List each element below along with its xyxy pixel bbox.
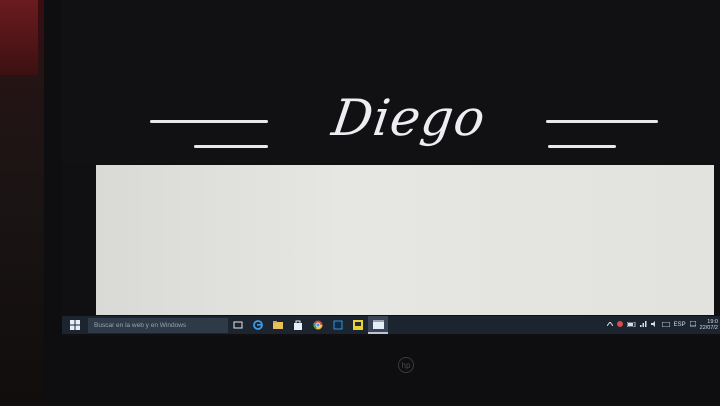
network-icon[interactable] [639,321,647,329]
edge-icon[interactable] [248,316,268,334]
header-banner: Diego rios [62,0,720,227]
system-tray: ESP 19:0 22/07/2 [606,319,720,331]
decorative-line [150,120,268,123]
search-input[interactable]: Buscar en la web y en Windows [88,317,228,333]
content-panel [96,165,714,315]
red-reflection [0,0,38,75]
media-icon[interactable] [368,316,388,334]
photo-reflection [0,0,44,406]
chevron-up-icon[interactable] [606,321,614,328]
screen: Diego rios Buscar en la web y en Windows [62,0,720,336]
volume-icon[interactable] [650,321,658,329]
clock[interactable]: 19:0 22/07/2 [700,319,718,331]
battery-icon[interactable] [626,321,636,329]
decorative-line [548,145,616,148]
keyboard-icon[interactable] [661,321,671,329]
taskbar: Buscar en la web y en Windows ESP 19:0 2… [62,316,720,334]
site-title: Diego rios [328,89,490,227]
file-explorer-icon[interactable] [268,316,288,334]
decorative-line [546,120,658,123]
clock-date: 22/07/2 [699,325,718,331]
task-view-icon[interactable] [228,316,248,334]
sticky-app-icon[interactable] [348,316,368,334]
chrome-icon[interactable] [308,316,328,334]
photoshop-icon[interactable] [328,316,348,334]
store-icon[interactable] [288,316,308,334]
hp-logo-icon: hp [398,357,414,373]
language-indicator[interactable]: ESP [674,322,686,328]
windows-start-icon[interactable] [62,316,88,334]
decorative-line [194,145,268,148]
notification-badge-icon[interactable] [616,321,623,329]
action-center-icon[interactable] [689,320,697,329]
